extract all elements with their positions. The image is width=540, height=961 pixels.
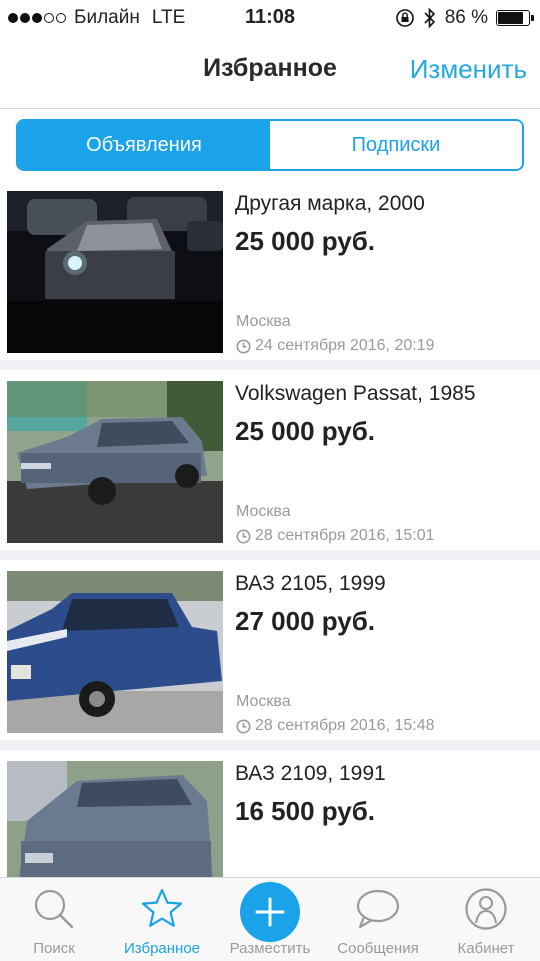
segmented-control: Объявления Подписки [16,119,524,171]
listing-photo [7,761,223,877]
bluetooth-icon [424,7,435,29]
list-separator [0,740,540,750]
listing-city: Москва [236,503,291,520]
listing-date-text: 28 сентября 2016, 15:48 [255,717,435,734]
listing-title: ВАЗ 2105, 1999 [235,572,386,595]
clock-icon [236,529,251,543]
listing-title: ВАЗ 2109, 1991 [235,762,386,785]
listing-date-text: 28 сентября 2016, 15:01 [255,527,435,544]
battery-icon [496,10,534,26]
listing-date: 28 сентября 2016, 15:48 [236,717,434,735]
listing-card[interactable]: Volkswagen Passat, 1985 25 000 руб. Моск… [0,370,540,560]
status-right: 86 % [395,7,534,29]
list-separator [0,550,540,560]
user-icon [465,888,507,930]
clock-icon [236,339,251,353]
plus-icon [255,897,285,927]
listing-date-text: 24 сентября 2016, 20:19 [255,337,435,354]
listing-card[interactable]: ВАЗ 2105, 1999 27 000 руб. Москва 28 сен… [0,560,540,750]
segment-subscriptions[interactable]: Подписки [270,121,522,169]
listing-card[interactable]: Другая марка, 2000 25 000 руб. Москва 24… [0,180,540,370]
chat-bubble-icon [356,889,400,929]
tab-messages[interactable]: Сообщения [324,878,432,961]
status-bar: Билайн LTE 11:08 86 % [0,0,540,36]
listing-photo [7,381,223,543]
listing-price: 25 000 руб. [235,226,376,256]
tab-cabinet[interactable]: Кабинет [432,878,540,961]
star-icon [141,888,183,927]
listing-photo [7,571,223,733]
listing-date: 24 сентября 2016, 20:19 [236,337,434,355]
tab-label: Поиск [33,940,75,957]
orientation-lock-icon [395,9,414,27]
tab-label: Избранное [123,940,201,957]
tab-label: Разместить [229,940,311,957]
edit-button[interactable]: Изменить [410,54,527,85]
segment-ads[interactable]: Объявления [18,121,270,169]
listing-city: Москва [236,313,291,330]
battery-percent: 86 % [444,7,488,28]
listing-price: 25 000 руб. [235,416,376,446]
post-button[interactable] [240,882,300,942]
listing-card[interactable]: ВАЗ 2109, 1991 16 500 руб. [0,750,540,877]
listing-photo [7,191,223,353]
tab-favorites[interactable]: Избранное [108,878,216,961]
tab-post[interactable]: Разместить [216,878,324,961]
listing-title: Другая марка, 2000 [235,192,425,215]
tab-search[interactable]: Поиск [0,878,108,961]
clock-icon [236,719,251,733]
navigation-bar: Избранное Изменить [0,36,540,109]
list-separator [0,360,540,370]
listing-price: 16 500 руб. [235,796,376,826]
listing-date: 28 сентября 2016, 15:01 [236,527,434,545]
tab-label: Сообщения [337,940,419,957]
listing-title: Volkswagen Passat, 1985 [235,382,476,405]
tab-label: Кабинет [457,940,515,957]
search-icon [34,889,74,929]
listing-price: 27 000 руб. [235,606,376,636]
tab-bar: Поиск Избранное Разместить Сообщения Каб… [0,877,540,961]
listing-city: Москва [236,693,291,710]
